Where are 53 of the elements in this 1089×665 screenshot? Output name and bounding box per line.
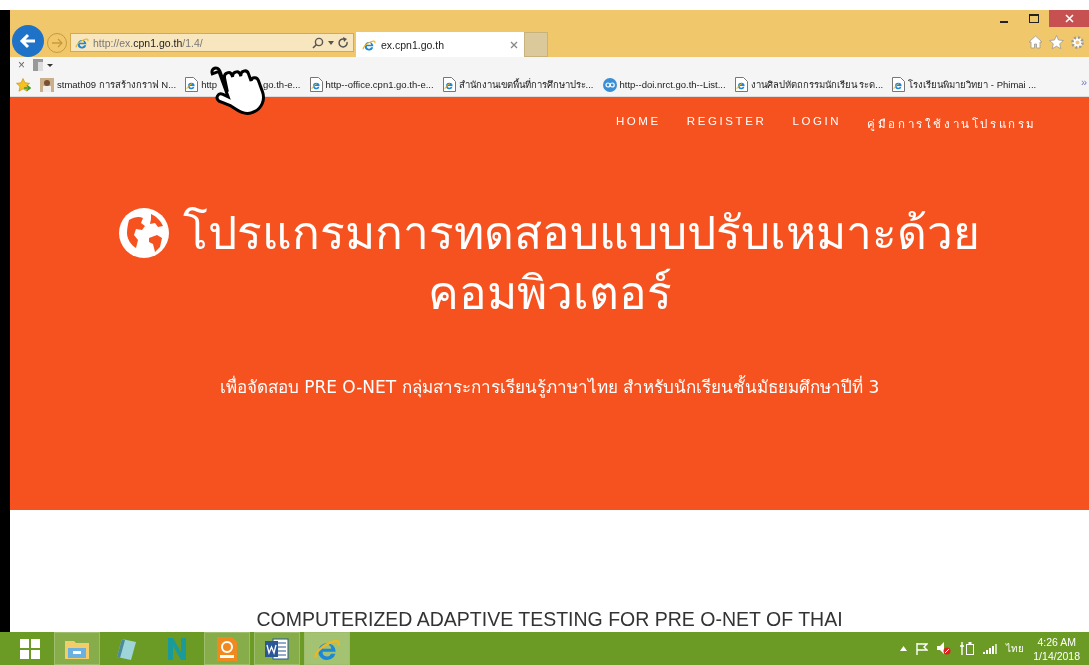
signal-icon[interactable]: [983, 643, 998, 654]
browser-tab[interactable]: ex.cpn1.go.th: [356, 32, 524, 57]
favorite-link[interactable]: http--doi.nrct.go.th--List...: [602, 77, 726, 92]
back-arrow-icon: [19, 32, 37, 49]
dropdown-caret-icon[interactable]: [328, 40, 334, 45]
close-icon: [1064, 14, 1074, 23]
favorite-link[interactable]: สำนักงานเขตพื้นที่การศึกษาประ...: [442, 77, 594, 92]
more-favorites-button[interactable]: »: [1080, 76, 1087, 88]
word-icon: [264, 636, 290, 661]
section-heading: COMPUTERIZED ADAPTIVE TESTING FOR PRE O-NET OF THAI: [256, 608, 843, 631]
minimize-icon: [1000, 20, 1008, 23]
star-icon[interactable]: [1049, 35, 1064, 49]
favorite-link[interactable]: http--office.cpn1.go.th-e...: [309, 77, 434, 92]
maximize-icon: [1029, 14, 1039, 23]
photo-thumbnail-icon: [40, 77, 54, 92]
add-favorite-icon[interactable]: [16, 77, 31, 92]
battery-icon[interactable]: [960, 642, 975, 655]
compatibility-view-icon[interactable]: [33, 59, 53, 71]
forward-arrow-icon: [51, 37, 63, 48]
flag-icon[interactable]: [916, 642, 929, 655]
doi-icon: [602, 77, 617, 92]
search-icon[interactable]: [312, 36, 324, 49]
page-title: โปรแกรมการทดสอบแบบปรับเหมาะด้วย: [183, 205, 980, 262]
start-button[interactable]: [20, 638, 40, 659]
page-icon: [734, 77, 748, 92]
back-button[interactable]: [12, 24, 44, 57]
favorite-link[interactable]: stmath09 การสร้างกราฟ N...: [40, 77, 177, 92]
show-hidden-icons-icon[interactable]: [900, 646, 908, 651]
refresh-icon[interactable]: [338, 36, 349, 49]
notepad-icon: [116, 636, 138, 661]
favorite-link[interactable]: http go.th-e...: [185, 77, 301, 92]
favorite-link[interactable]: งานศิลปหัตถกรรมนักเรียน ระด...: [734, 77, 884, 92]
close-button[interactable]: [1049, 10, 1089, 27]
ie-icon: [362, 37, 376, 52]
close-icon[interactable]: ×: [18, 59, 25, 71]
home-icon[interactable]: [1028, 35, 1043, 49]
page-icon: [309, 77, 323, 92]
page-icon: [442, 77, 456, 92]
pdf-icon: [216, 635, 238, 662]
app-icon: [166, 635, 188, 662]
muted-speaker-icon[interactable]: [937, 642, 952, 655]
page-icon: [185, 77, 199, 92]
page-title: คอมพิวเตอร์: [427, 265, 672, 322]
windows-logo-icon: [20, 638, 40, 659]
page-icon: [892, 77, 906, 92]
address-field[interactable]: http://ex.cpn1.go.th/1.4/: [70, 33, 354, 52]
close-icon[interactable]: [510, 40, 518, 49]
globe-icon: [119, 208, 169, 258]
subtitle: เพื่อจัดสอบ PRE O-NET กลุ่มสาระการเรียนรู้ภาษาไทย สำหรับนักเรียนชั้นมัธยมศึกษาปีที่ 3: [219, 374, 880, 400]
settings-icon[interactable]: [1070, 35, 1085, 50]
favorite-link[interactable]: โรงเรียนพิมายวิทยา - Phimai ...: [892, 77, 1037, 92]
ie-icon: [75, 35, 89, 50]
taskbar-app-button[interactable]: [254, 632, 300, 665]
